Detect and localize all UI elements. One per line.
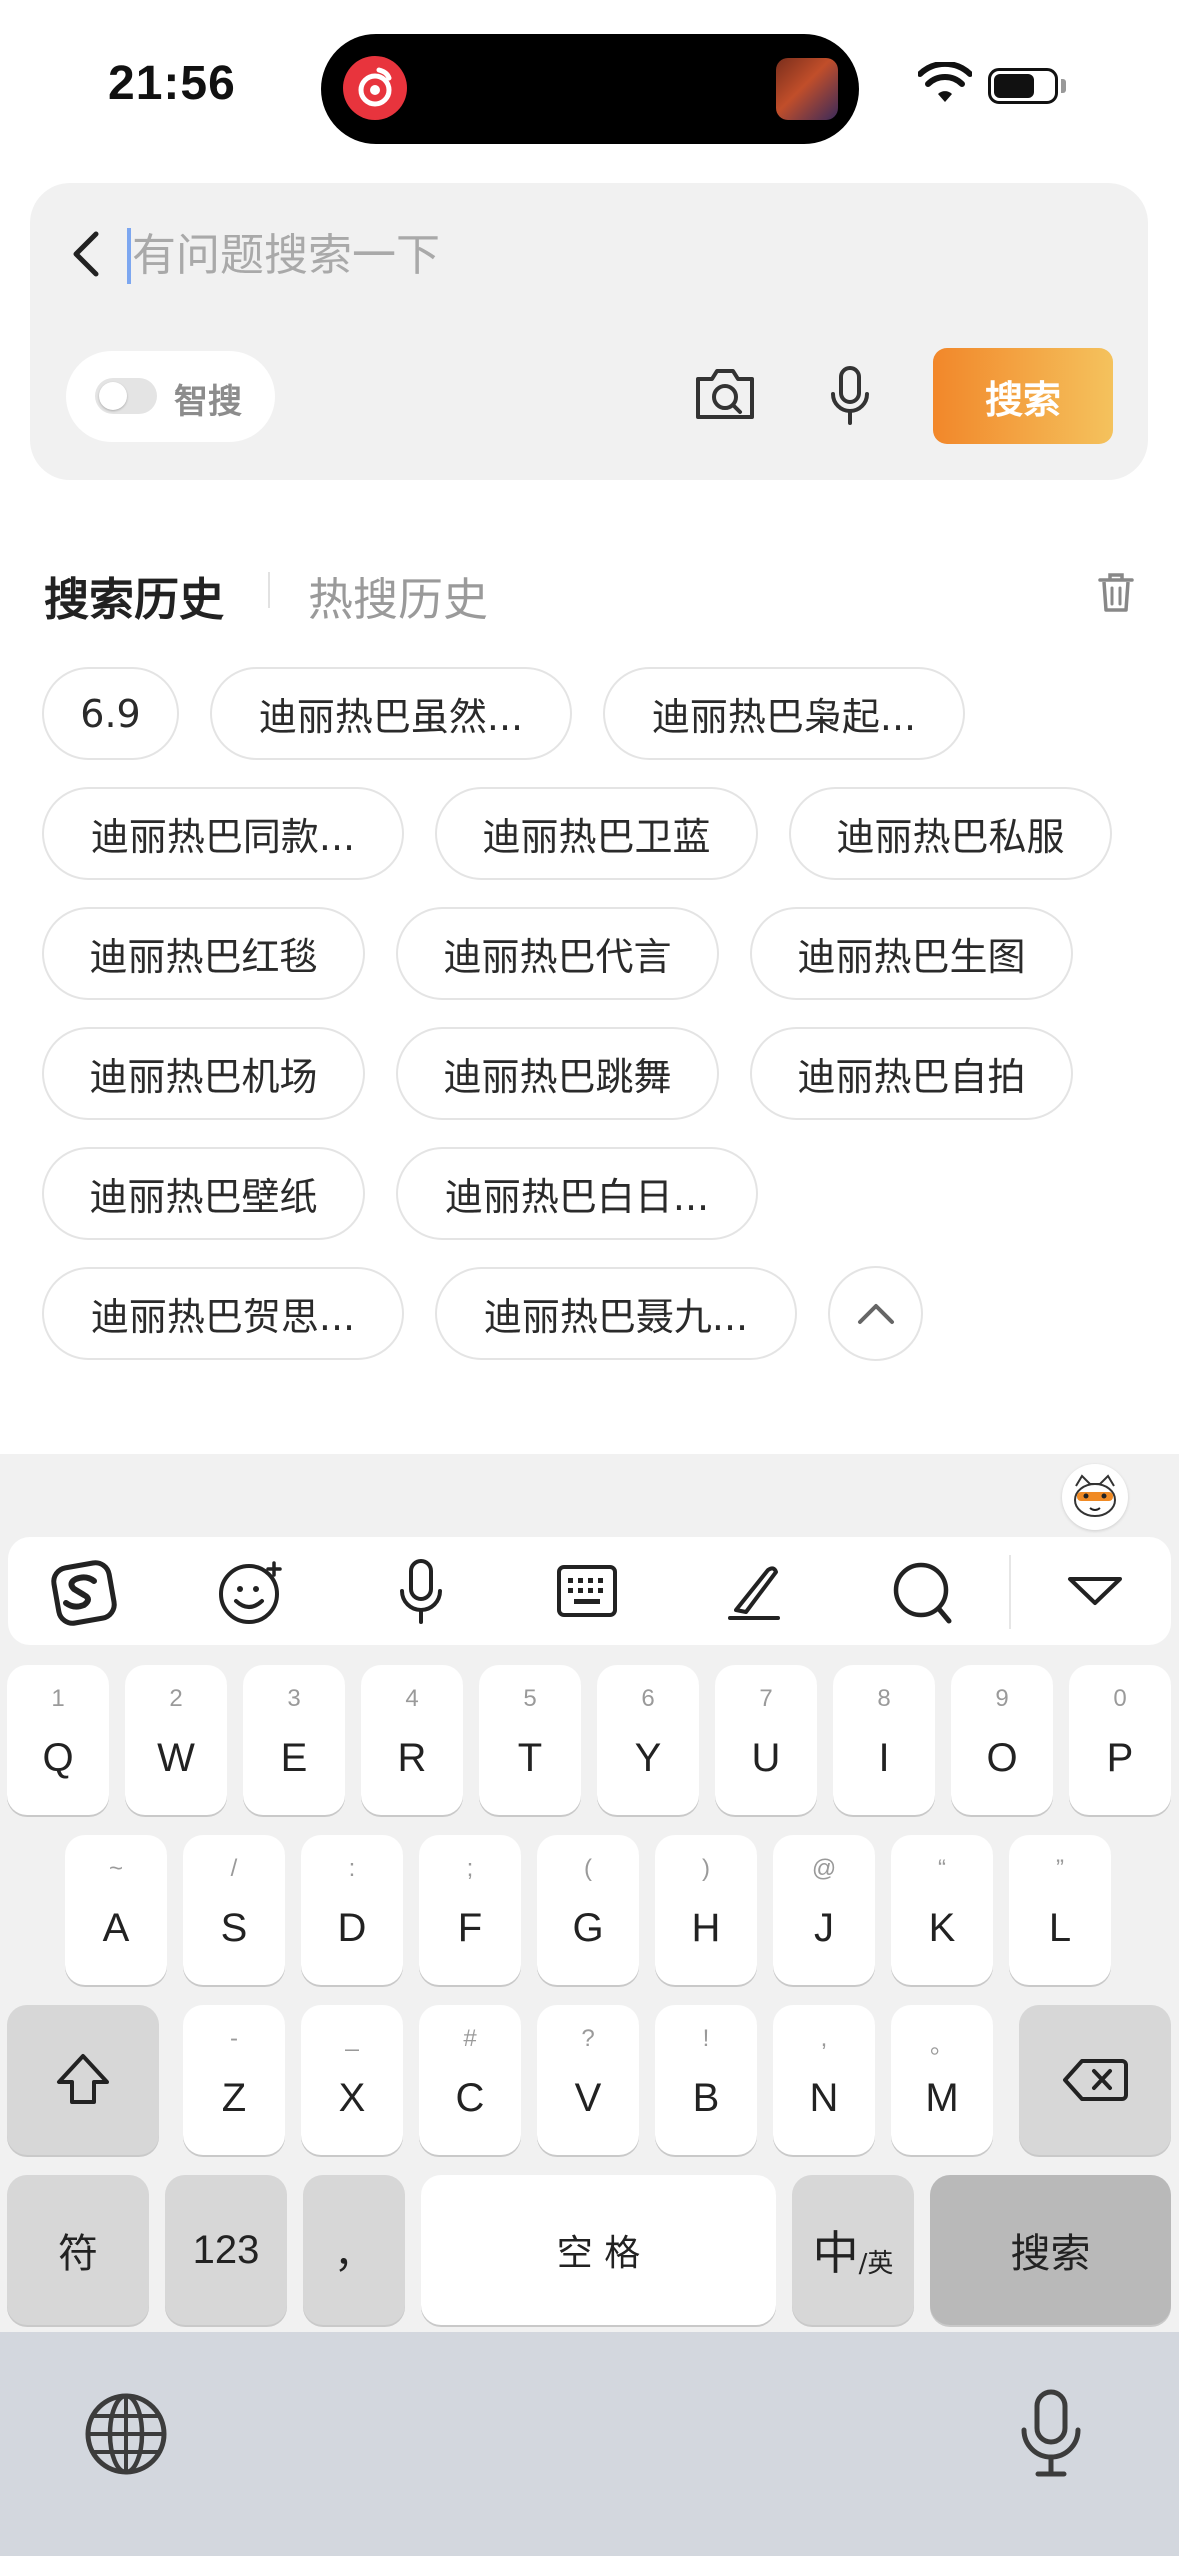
emoji-icon[interactable] (216, 1557, 286, 1631)
history-chip[interactable]: 迪丽热巴同款... (42, 787, 404, 880)
key-s[interactable]: / S (183, 1835, 285, 1985)
key-f[interactable]: ; F (419, 1835, 521, 1985)
key-p[interactable]: 0P (1069, 1665, 1171, 1815)
battery-cap (1061, 79, 1066, 93)
handwriting-icon[interactable] (724, 1560, 784, 1628)
search-input[interactable] (132, 222, 852, 288)
history-chip[interactable]: 迪丽热巴自拍 (750, 1027, 1073, 1120)
history-chip[interactable]: 迪丽热巴白日... (396, 1147, 758, 1240)
toolbar-separator (1009, 1555, 1011, 1629)
tab-hot-search-history[interactable]: 热搜历史 (308, 563, 488, 628)
comma-key[interactable]: ， (303, 2175, 405, 2325)
wifi-icon (917, 60, 973, 110)
key-b[interactable]: ! B (655, 2005, 757, 2155)
key-d[interactable]: :D (301, 1835, 403, 1985)
toggle-knob (99, 382, 127, 410)
key-a[interactable]: ~ A (65, 1835, 167, 1985)
history-chip[interactable]: 迪丽热巴壁纸 (42, 1147, 365, 1240)
keyboard-layout-icon[interactable] (556, 1562, 618, 1624)
voice-search-icon[interactable] (825, 364, 875, 432)
key-t[interactable]: 5T (479, 1665, 581, 1815)
shift-arrow-icon (57, 2054, 109, 2104)
history-chip[interactable]: 6.9 (42, 667, 179, 760)
history-chip[interactable]: 迪丽热巴卫蓝 (435, 787, 758, 880)
key-l[interactable]: ” L (1009, 1835, 1111, 1985)
search-button[interactable]: 搜索 (933, 348, 1113, 444)
shift-key[interactable] (7, 2005, 159, 2155)
back-arrow-icon[interactable] (66, 226, 106, 286)
keyboard-mascot-icon[interactable] (1062, 1464, 1128, 1530)
key-r[interactable]: 4R (361, 1665, 463, 1815)
dictation-mic-icon[interactable] (1016, 2388, 1086, 2482)
history-chip[interactable]: 迪丽热巴红毯 (42, 907, 365, 1000)
tab-divider (268, 572, 270, 608)
key-h[interactable]: ) H (655, 1835, 757, 1985)
history-chip[interactable]: 迪丽热巴枭起... (603, 667, 965, 760)
music-app-icon[interactable] (343, 56, 407, 120)
collapse-history-button[interactable] (828, 1266, 923, 1361)
key-q[interactable]: 1Q (7, 1665, 109, 1815)
key-i[interactable]: 8I (833, 1665, 935, 1815)
camera-icon[interactable] (692, 363, 758, 427)
key-w[interactable]: 2W (125, 1665, 227, 1815)
delete-key[interactable] (1019, 2005, 1171, 2155)
tab-search-history[interactable]: 搜索历史 (44, 563, 224, 628)
key-o[interactable]: 9O (951, 1665, 1053, 1815)
key-u[interactable]: 7U (715, 1665, 817, 1815)
now-playing-artwork[interactable] (776, 58, 838, 120)
history-chip[interactable]: 迪丽热巴生图 (750, 907, 1073, 1000)
status-time: 21:56 (108, 57, 236, 110)
text-cursor (127, 228, 131, 284)
key-v[interactable]: ? V (537, 2005, 639, 2155)
language-switch-key[interactable]: 中/英 (792, 2175, 914, 2325)
key-k[interactable]: “K (891, 1835, 993, 1985)
search-key[interactable]: 搜索 (930, 2175, 1171, 2325)
key-m[interactable]: 。 M (891, 2005, 993, 2155)
history-chip[interactable]: 迪丽热巴机场 (42, 1027, 365, 1120)
history-chip[interactable]: 迪丽热巴贺思... (42, 1267, 404, 1360)
history-chip[interactable]: 迪丽热巴虽然... (210, 667, 572, 760)
trash-icon[interactable] (1094, 570, 1138, 618)
history-chip[interactable]: 迪丽热巴代言 (396, 907, 719, 1000)
space-key[interactable]: 空 格 (421, 2175, 776, 2325)
key-x[interactable]: _ X (301, 2005, 403, 2155)
smart-search-label: 智搜 (174, 382, 242, 422)
symbols-key[interactable]: 符 (7, 2175, 149, 2325)
chevron-up-icon (857, 1303, 894, 1324)
battery-level (994, 74, 1034, 98)
keyboard-system-bar (0, 2332, 1179, 2556)
key-c[interactable]: # C (419, 2005, 521, 2155)
history-chip[interactable]: 迪丽热巴跳舞 (396, 1027, 719, 1120)
key-n[interactable]: ,N (773, 2005, 875, 2155)
key-y[interactable]: 6Y (597, 1665, 699, 1815)
key-e[interactable]: 3E (243, 1665, 345, 1815)
search-icon[interactable] (890, 1557, 956, 1631)
key-g[interactable]: (G (537, 1835, 639, 1985)
backspace-icon (1063, 2059, 1128, 2101)
voice-input-icon[interactable] (394, 1557, 448, 1631)
sogou-logo-icon[interactable] (48, 1557, 120, 1633)
history-chip[interactable]: 迪丽热巴聂九... (435, 1267, 797, 1360)
hide-keyboard-icon[interactable] (1066, 1573, 1124, 1611)
key-j[interactable]: @ J (773, 1835, 875, 1985)
history-chip[interactable]: 迪丽热巴私服 (789, 787, 1112, 880)
key-z[interactable]: -Z (183, 2005, 285, 2155)
globe-icon[interactable] (82, 2390, 170, 2482)
numbers-key[interactable]: 123 (165, 2175, 287, 2325)
